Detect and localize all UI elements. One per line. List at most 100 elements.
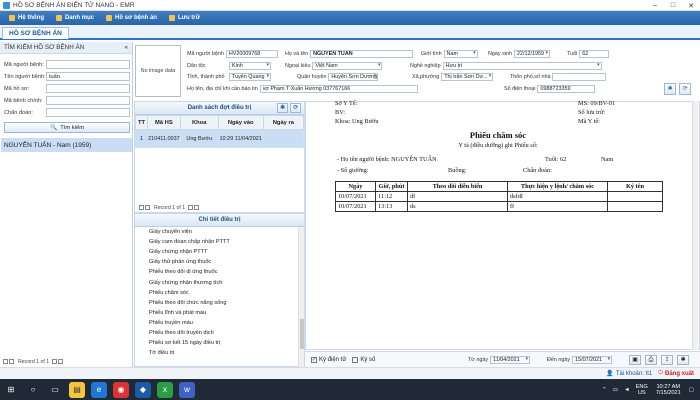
list-item[interactable]: Phiếu lĩnh và phát máu xyxy=(135,308,300,318)
document-list-scrollbar[interactable] xyxy=(298,227,304,367)
list-item[interactable]: Phiếu theo dõi truyền dịch xyxy=(135,328,300,338)
settings-icon[interactable]: ✱ xyxy=(664,83,676,95)
list-item[interactable]: Phiếu truyền máu xyxy=(135,318,300,328)
select-ngoai-kieu[interactable]: Việt Nam xyxy=(312,62,383,70)
menu-he-thong[interactable]: Hệ thống xyxy=(3,11,50,25)
list-item[interactable]: Phiếu theo dõi chức năng sống xyxy=(135,298,300,308)
column-header[interactable]: TT xyxy=(135,115,148,130)
care-sheet-table: Ngày Giờ, phút Theo dõi diễn biến Thực h… xyxy=(335,181,663,212)
patient-photo[interactable]: No image data xyxy=(135,45,181,97)
file-explorer-icon[interactable]: ▤ xyxy=(69,381,85,398)
input-tu-ngay[interactable]: 11/04/2021 xyxy=(490,356,531,364)
select-xa[interactable]: Thị trấn Sơn Dư... xyxy=(441,73,494,81)
select-quan[interactable]: Huyện Sơn Dương xyxy=(328,73,379,81)
input-thon[interactable] xyxy=(552,73,607,81)
search-icon[interactable]: ○ xyxy=(25,382,41,398)
app-icon xyxy=(3,1,10,9)
patient-list-item[interactable]: NGUYỄN TUẤN - Nam (1959) xyxy=(1,138,132,152)
input-den-ngay[interactable]: 15/07/2021 xyxy=(572,356,613,364)
preview-scrollbar[interactable] xyxy=(692,101,698,350)
task-view-icon[interactable]: ▭ xyxy=(47,382,63,398)
export-icon[interactable]: ⇪ xyxy=(661,355,673,365)
logout-link[interactable]: Đăng xuất xyxy=(665,371,694,377)
ky-dien-tu-checkbox[interactable]: ✓ Ký điện tử xyxy=(311,356,346,363)
list-item[interactable]: Phiếu chăm sóc xyxy=(135,288,300,298)
table-row[interactable]: 1 210411.0037 Ung Bướu 10:29 11/04/2021 xyxy=(135,129,305,148)
search-button[interactable]: 🔍 Tìm kiếm xyxy=(4,122,130,133)
settings-icon[interactable]: ✱ xyxy=(277,103,288,113)
column-header: Ngày xyxy=(335,181,376,192)
list-item[interactable]: Tờ điều trị xyxy=(135,348,300,358)
menu-ho-so-benh-an[interactable]: Hồ sơ bệnh án xyxy=(100,11,163,25)
select-nghe-nghiep[interactable]: Hưu trí xyxy=(442,62,602,70)
checkbox-icon: ✓ xyxy=(311,356,317,363)
close-button[interactable]: ✕ xyxy=(682,0,700,11)
save-icon[interactable]: ▣ xyxy=(629,355,641,365)
volume-icon[interactable]: ◄ xyxy=(624,387,630,393)
list-item[interactable]: Giấy chứng nhận thương tích xyxy=(135,277,300,287)
select-gioi-tinh[interactable]: Nam xyxy=(443,50,478,58)
status-bar: 👤 Tài khoản: tt1 ⏻ Đăng xuất xyxy=(0,367,700,379)
input-ho-ten[interactable]: NGUYỄN TUẤN xyxy=(310,50,414,58)
window-titlebar: HỒ SƠ BỆNH ÁN ĐIỆN TỬ NANO - EMR – □ ✕ xyxy=(0,0,700,11)
input-ngay-sinh[interactable]: 22/12/1959 xyxy=(513,50,550,58)
search-input-ma-hs[interactable] xyxy=(46,84,130,93)
ky-so-checkbox[interactable]: Ký số xyxy=(352,356,375,363)
select-tinh[interactable]: Tuyên Quang xyxy=(229,73,271,81)
list-item[interactable]: Phiếu sơ kết 15 ngày điều trị xyxy=(135,338,300,348)
app-taskbar-icon[interactable]: ◆ xyxy=(135,381,151,398)
maximize-button[interactable]: □ xyxy=(664,0,682,11)
tab-ho-so-benh-an[interactable]: HỒ SƠ BỆNH ÁN xyxy=(2,27,69,39)
select-dan-toc[interactable]: Kinh xyxy=(229,62,271,70)
column-header[interactable]: Ngày vào xyxy=(217,115,264,130)
input-sdt[interactable]: 0988723359 xyxy=(537,85,596,93)
clock[interactable]: 10:27 AM 7/15/2021 xyxy=(656,384,681,396)
print-icon[interactable]: ⎙ xyxy=(645,355,657,365)
collapse-icon[interactable]: « xyxy=(124,44,128,51)
chrome-icon[interactable]: ◉ xyxy=(113,381,129,398)
settings-icon[interactable]: ✱ xyxy=(677,355,689,365)
search-input-ma-nb[interactable] xyxy=(46,60,130,69)
refresh-icon[interactable]: ⟳ xyxy=(679,83,691,95)
input-tuoi[interactable]: 62 xyxy=(579,50,610,58)
menu-danh-muc[interactable]: Danh mục xyxy=(50,11,100,25)
label-thon: Thôn phố,số nhà xyxy=(510,74,551,80)
patient-info-form: No image data Mã người bệnh HV20009768 Họ… xyxy=(133,42,700,101)
search-input-chan-doan[interactable] xyxy=(46,108,130,117)
minimize-button[interactable]: – xyxy=(646,0,664,11)
visits-panel-title: Danh sách đợt điều trị xyxy=(187,105,252,111)
list-item[interactable]: Giấy chuyển viện xyxy=(135,227,300,237)
language-indicator[interactable]: ENG US xyxy=(636,384,648,396)
treatment-visits-panel: Danh sách đợt điều trị ✱ ⟳ TT Mã HS Khoa… xyxy=(134,101,305,213)
cell-ngayvao: 10:29 11/04/2021 xyxy=(217,129,264,148)
word-icon[interactable]: w xyxy=(179,381,195,398)
search-input-ten-nb[interactable]: tuấn xyxy=(46,72,130,81)
notification-icon[interactable]: ▢ xyxy=(689,387,694,393)
search-input-ma-benh[interactable] xyxy=(46,96,130,105)
list-item[interactable]: Phiếu theo dõi dị ứng thuốc xyxy=(135,267,300,277)
menu-luu-tru[interactable]: Lưu trữ xyxy=(163,11,206,25)
search-label-ten-nb: Tên người bệnh: xyxy=(4,73,46,80)
edge-icon[interactable]: e xyxy=(91,381,107,398)
sheet-so-giuong: - Số giường: xyxy=(337,167,369,174)
checkbox-icon xyxy=(352,356,359,363)
cell xyxy=(607,191,663,202)
column-header[interactable]: Mã HS xyxy=(147,115,181,130)
scrollbar-thumb[interactable] xyxy=(300,319,304,349)
list-item[interactable]: Giấy thử phản ứng thuốc xyxy=(135,257,300,267)
list-item[interactable]: Giấy cam đoan chấp nhận PTTT xyxy=(135,237,300,247)
windows-start-icon[interactable]: ⊞ xyxy=(3,382,19,398)
column-header[interactable]: Khoa xyxy=(179,115,219,130)
column-header: Theo dõi diễn biến xyxy=(407,181,508,192)
list-item[interactable]: Giấy chứng nhận PTTT xyxy=(135,247,300,257)
cell: 10/07/2021 xyxy=(335,201,376,212)
network-icon[interactable]: ▭ xyxy=(613,387,618,393)
column-header[interactable]: Ngày ra xyxy=(262,115,305,130)
label-dan-toc: Dân tộc xyxy=(187,63,206,69)
tray-arrow-icon[interactable]: ⌃ xyxy=(602,387,607,393)
refresh-icon[interactable]: ⟳ xyxy=(290,103,301,113)
excel-icon[interactable]: x xyxy=(157,381,173,398)
logout-icon: ⏻ xyxy=(658,370,663,376)
input-ma-nb[interactable]: HV20009768 xyxy=(225,50,278,58)
input-lien-he[interactable]: vợ Phạm T Xuân Hương 037767166 xyxy=(259,85,418,93)
